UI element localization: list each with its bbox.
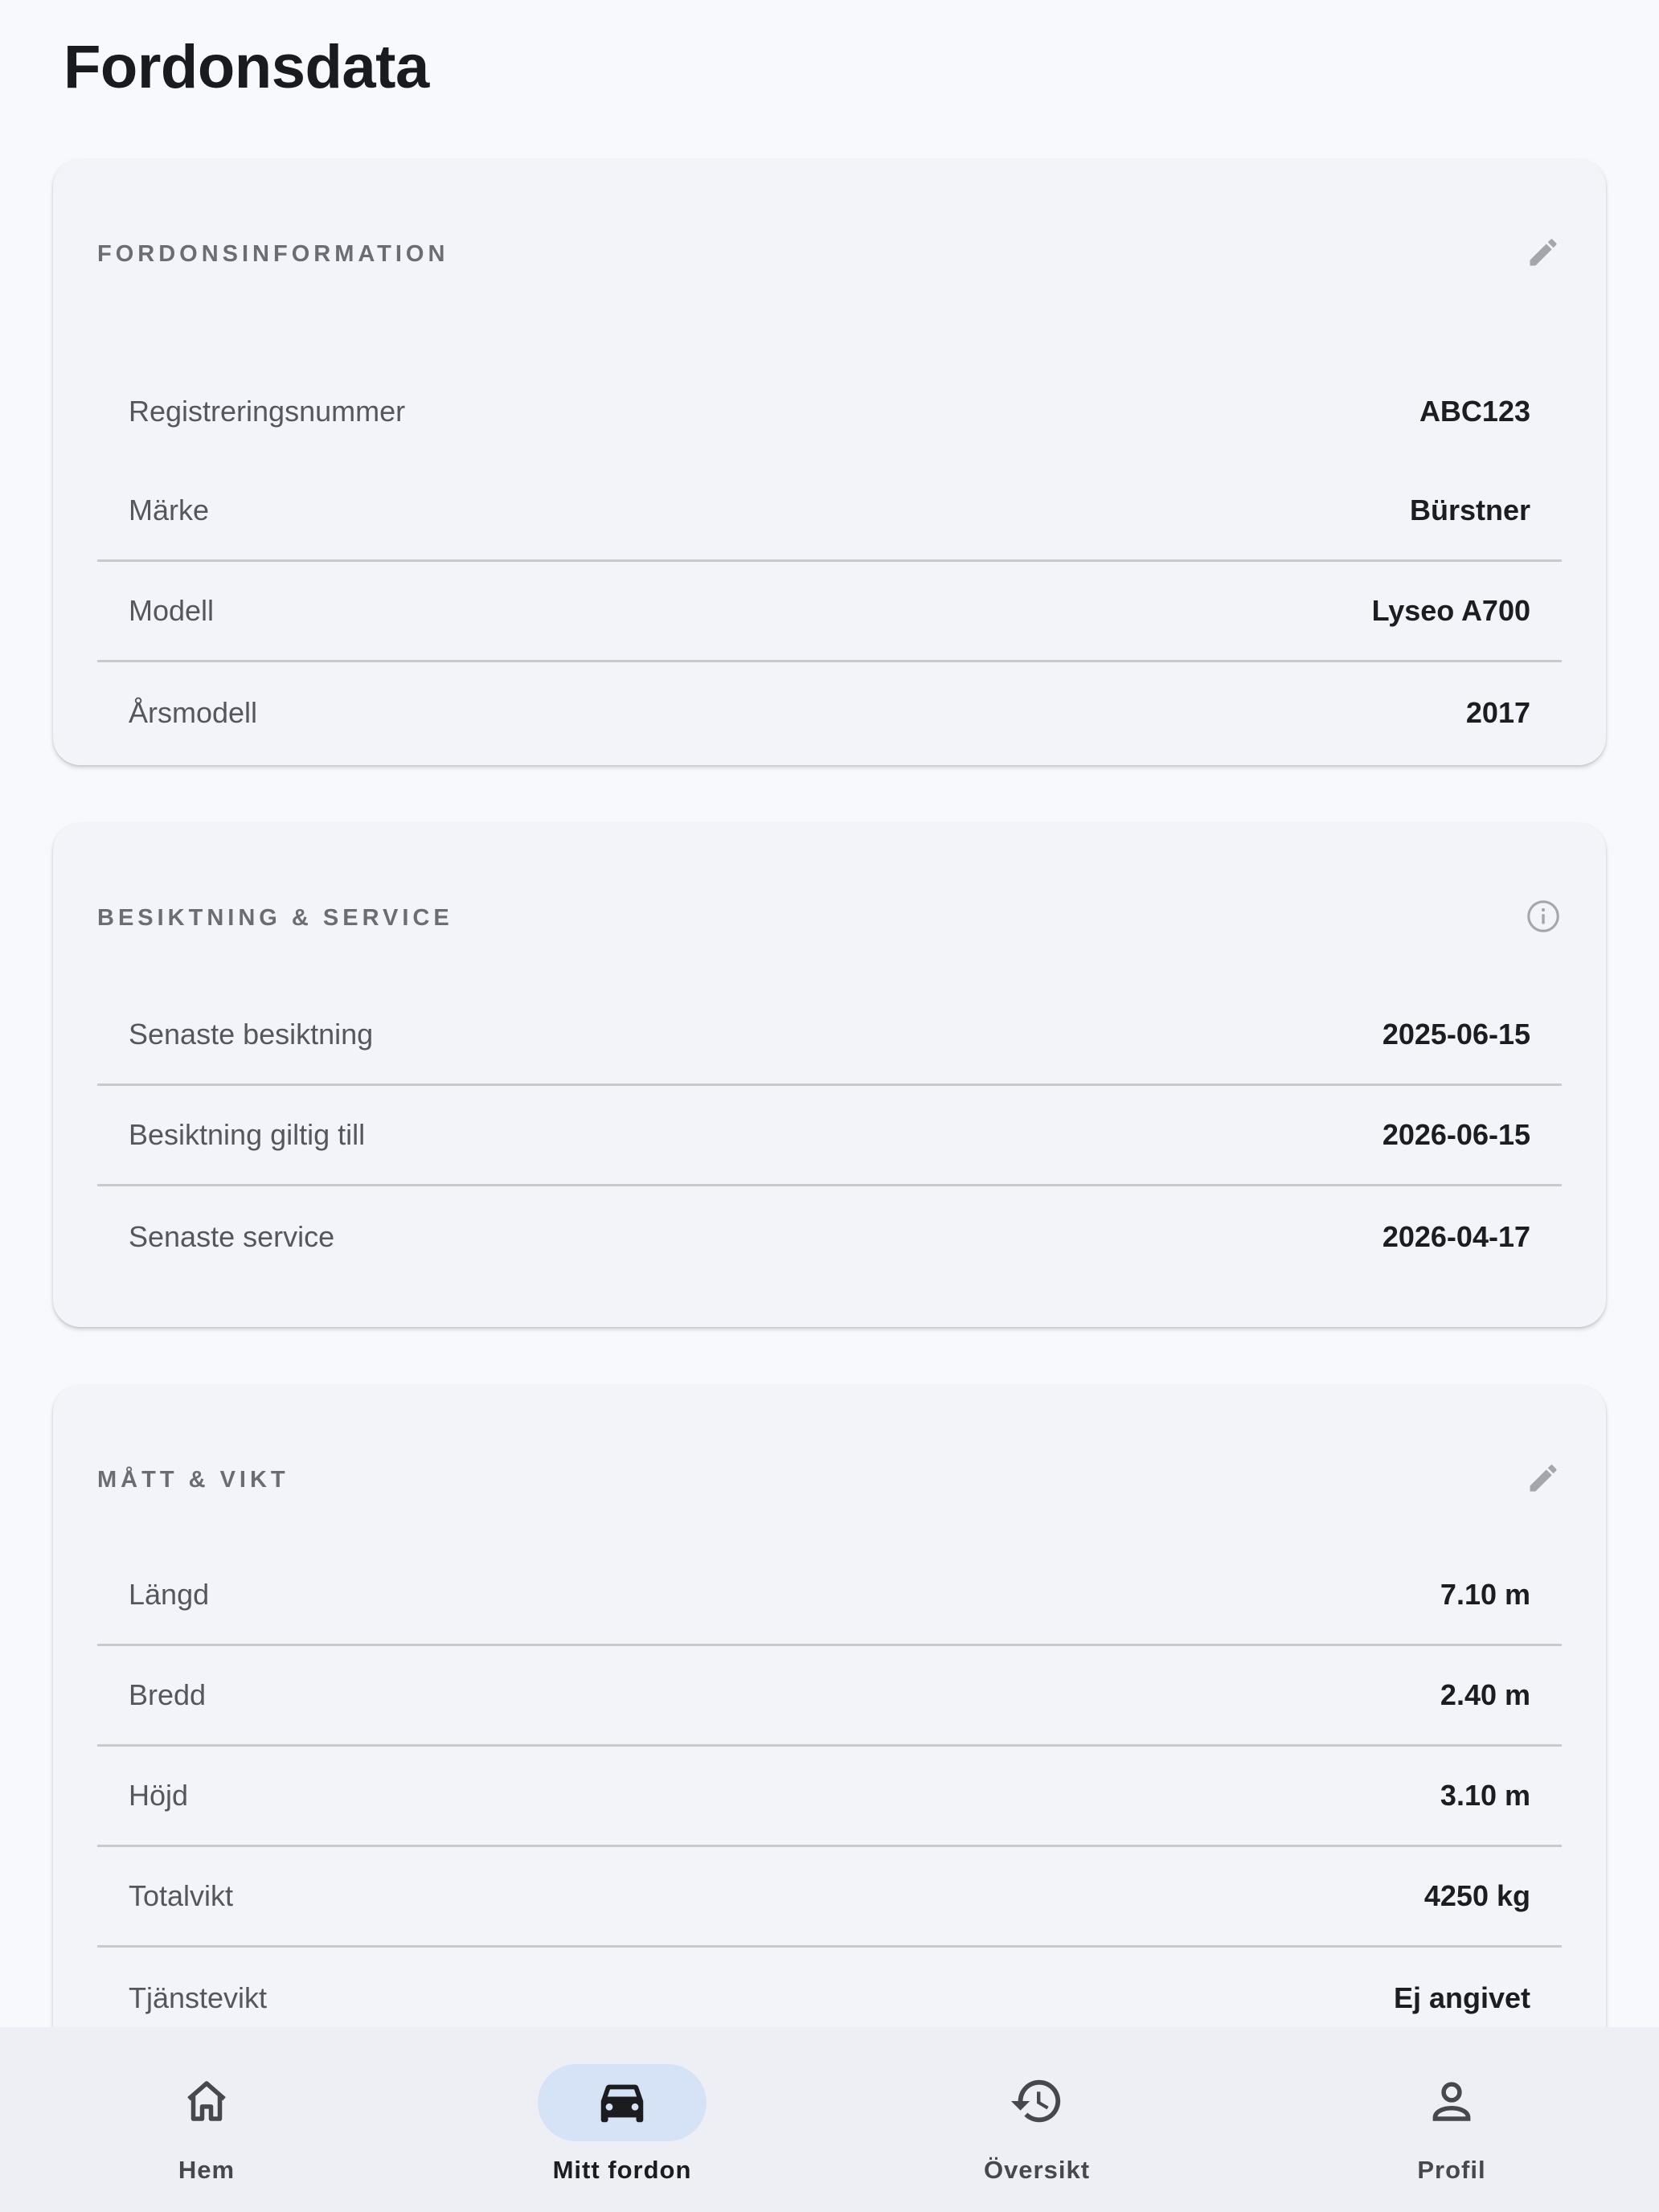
row-value: ABC123 bbox=[1419, 394, 1530, 428]
nav-item-profile[interactable]: Profil bbox=[1331, 2027, 1572, 2212]
list-item: Totalvikt 4250 kg bbox=[97, 1847, 1562, 1948]
row-value: Lyseo A700 bbox=[1371, 594, 1530, 627]
nav-label: Profil bbox=[1417, 2156, 1486, 2184]
nav-indicator bbox=[952, 2064, 1121, 2141]
edit-vehicle-info-button[interactable] bbox=[1519, 230, 1567, 278]
row-label: Längd bbox=[129, 1578, 210, 1611]
row-label: Höjd bbox=[129, 1779, 189, 1812]
nav-label: Mitt fordon bbox=[552, 2156, 692, 2184]
inspection-info-button[interactable] bbox=[1519, 894, 1567, 942]
list-item: Registreringsnummer ABC123 bbox=[97, 361, 1562, 461]
row-value: 2026-04-17 bbox=[1382, 1219, 1530, 1253]
list-item: Besiktning giltig till 2026-06-15 bbox=[97, 1086, 1562, 1186]
row-label: Besiktning giltig till bbox=[129, 1118, 366, 1151]
list-item: Märke Bürstner bbox=[97, 461, 1562, 562]
list-item: Senaste besiktning 2025-06-15 bbox=[97, 985, 1562, 1086]
car-icon bbox=[594, 2073, 650, 2133]
page-title: Fordonsdata bbox=[63, 33, 429, 101]
row-value: 7.10 m bbox=[1440, 1578, 1530, 1611]
row-value: Bürstner bbox=[1409, 494, 1530, 526]
row-label: Senaste service bbox=[129, 1219, 335, 1253]
vehicle-info-list-rest: Märke Bürstner Modell Lyseo A700 Årsmode… bbox=[97, 461, 1562, 763]
vehicle-info-card: FORDONSINFORMATION Registreringsnummer A… bbox=[53, 159, 1606, 765]
list-item: Senaste service 2026-04-17 bbox=[97, 1186, 1562, 1287]
pencil-icon bbox=[1526, 1460, 1561, 1500]
row-value: 2025-06-15 bbox=[1382, 1018, 1530, 1051]
nav-item-home[interactable]: Hem bbox=[86, 2027, 327, 2212]
row-value: 2017 bbox=[1465, 695, 1530, 729]
section-title: FORDONSINFORMATION bbox=[97, 241, 449, 267]
nav-item-my-vehicle[interactable]: Mitt fordon bbox=[502, 2027, 743, 2212]
row-label: Senaste besiktning bbox=[129, 1018, 374, 1051]
row-value: 3.10 m bbox=[1440, 1779, 1530, 1812]
pencil-icon bbox=[1526, 235, 1561, 274]
nav-indicator-active bbox=[538, 2064, 707, 2141]
edit-dimensions-button[interactable] bbox=[1519, 1456, 1567, 1504]
row-label: Registreringsnummer bbox=[129, 394, 406, 428]
nav-indicator bbox=[122, 2064, 291, 2141]
person-icon bbox=[1425, 2075, 1478, 2132]
dimensions-weight-list: Längd 7.10 m Bredd 2.40 m Höjd 3.10 m To… bbox=[97, 1546, 1562, 2048]
row-value: 2026-06-15 bbox=[1382, 1118, 1530, 1151]
list-item: Längd 7.10 m bbox=[97, 1546, 1562, 1646]
row-label: Tjänstevikt bbox=[129, 1981, 268, 2014]
nav-label: Hem bbox=[178, 2156, 236, 2184]
row-label: Bredd bbox=[129, 1678, 207, 1711]
list-item: Modell Lyseo A700 bbox=[97, 562, 1562, 662]
nav-indicator bbox=[1367, 2064, 1536, 2141]
list-item: Höjd 3.10 m bbox=[97, 1747, 1562, 1847]
row-label: Årsmodell bbox=[129, 695, 258, 729]
list-item: Bredd 2.40 m bbox=[97, 1646, 1562, 1747]
inspection-service-card: BESIKTNING & SERVICE Senaste besiktning … bbox=[53, 823, 1606, 1327]
row-value: 4250 kg bbox=[1423, 1879, 1530, 1912]
home-icon bbox=[180, 2075, 233, 2132]
history-icon bbox=[1009, 2073, 1065, 2133]
inspection-service-list: Senaste besiktning 2025-06-15 Besiktning… bbox=[97, 985, 1562, 1287]
bottom-navigation: Hem Mitt fordon Översikt Profil bbox=[0, 2027, 1659, 2212]
row-label: Totalvikt bbox=[129, 1879, 234, 1912]
nav-item-overview[interactable]: Översikt bbox=[916, 2027, 1157, 2212]
section-title: MÅTT & VIKT bbox=[97, 1467, 289, 1493]
row-value: 2.40 m bbox=[1440, 1678, 1530, 1711]
list-item: Årsmodell 2017 bbox=[97, 662, 1562, 763]
info-icon bbox=[1525, 898, 1562, 939]
nav-label: Översikt bbox=[983, 2156, 1091, 2184]
row-value: Ej angivet bbox=[1393, 1981, 1530, 2014]
page: Fordonsdata FORDONSINFORMATION Registrer… bbox=[0, 0, 1659, 2212]
section-title: BESIKTNING & SERVICE bbox=[97, 905, 453, 931]
row-label: Märke bbox=[129, 494, 210, 526]
row-label: Modell bbox=[129, 594, 215, 627]
